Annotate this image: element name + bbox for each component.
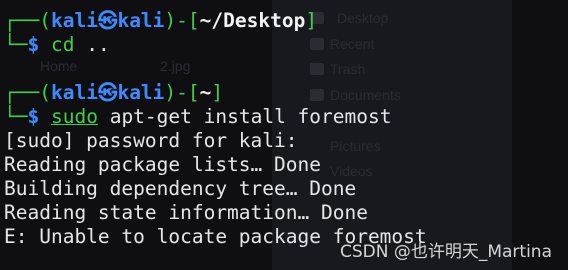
command-args: .. [86, 33, 110, 56]
prompt-user: kali [50, 9, 98, 32]
command-args: apt-get install foremost [109, 105, 392, 128]
command-line-2: └─$ sudo apt-get install foremost [4, 105, 392, 128]
prompt-header-1: ┌──(kali㉿kali)-[~/Desktop] [4, 9, 318, 32]
command-sudo: sudo [50, 105, 98, 128]
prompt-user: kali [50, 81, 98, 104]
watermark: CSDN @也许明天_Martina [339, 242, 552, 262]
prompt-host: kali [117, 9, 165, 32]
prompt-path: ~ [199, 81, 212, 104]
kali-at-icon: ㉿ [97, 9, 118, 32]
output-line: Building dependency tree… Done [4, 177, 357, 200]
output-line: Reading package lists… Done [4, 153, 321, 176]
prompt-header-2: ┌──(kali㉿kali)-[~] [4, 81, 224, 104]
prompt-dollar: $ [27, 33, 40, 56]
command-line-1: └─$ cd .. [4, 33, 110, 56]
kali-at-icon: ㉿ [97, 81, 118, 104]
terminal-output[interactable]: ┌──(kali㉿kali)-[~/Desktop] └─$ cd .. ┌──… [0, 0, 568, 270]
command-name: cd [50, 33, 75, 56]
output-line: [sudo] password for kali: [4, 129, 298, 152]
output-line: Reading state information… Done [4, 201, 368, 224]
prompt-host: kali [117, 81, 165, 104]
prompt-path: ~/Desktop [199, 9, 306, 32]
prompt-dollar: $ [27, 105, 40, 128]
